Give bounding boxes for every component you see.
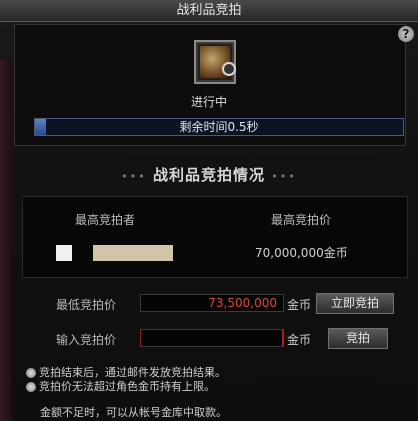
highest-price-header: 最高竞拍价 (271, 213, 332, 227)
highest-bidder-header: 最高竞拍者 (75, 213, 136, 227)
note-item: 竞拍结束后，通过邮件发放竞拍结果。 (26, 366, 226, 379)
note-text: 竞拍结束后，通过邮件发放竞拍结果。 (39, 366, 226, 379)
input-bid-label: 输入竞拍价 (56, 333, 117, 347)
loot-item-slot[interactable] (194, 40, 236, 84)
loot-auction-window: 战利品竞拍 ? 进行中 剩余时间0.5秒 ••• 战利品竞拍情况 ••• 最高竞… (0, 0, 418, 421)
title-dots-left: ••• (121, 170, 147, 183)
auction-status: 进行中 (190, 95, 227, 109)
item-badge-icon (222, 62, 236, 76)
time-remaining-label: 剩余时间0.5秒 (179, 120, 259, 134)
time-remaining-bar: 剩余时间0.5秒 (34, 118, 404, 136)
bidder-emblem (56, 245, 72, 261)
bid-button[interactable]: 竞拍 (328, 328, 388, 349)
notes-list: 竞拍结束后，通过邮件发放竞拍结果。 竞拍价无法超过角色金币持有上限。 (26, 366, 226, 394)
note-text: 竞拍价无法超过角色金币持有上限。 (39, 380, 215, 393)
bidder-name-redacted (93, 245, 173, 261)
title-dots-right: ••• (271, 170, 297, 183)
background-decoration (0, 60, 12, 421)
note-text-cut: 金额不足时，可以从帐号金库中取款。 (40, 406, 227, 419)
min-bid-label: 最低竞拍价 (56, 298, 117, 312)
section-title: ••• 战利品竞拍情况 ••• (0, 164, 418, 185)
highest-bid-box: 最高竞拍者 最高竞拍价 70,000,000金币 (22, 196, 408, 278)
bullet-icon (26, 381, 36, 392)
min-bid-field: 73,500,000 (140, 294, 284, 312)
help-button[interactable]: ? (398, 26, 414, 42)
highest-price-value: 70,000,000金币 (255, 246, 348, 260)
note-item: 竞拍价无法超过角色金币持有上限。 (26, 380, 226, 393)
window-title: 战利品竞拍 (0, 0, 418, 22)
bullet-icon (26, 367, 36, 378)
instant-bid-button[interactable]: 立即竞拍 (316, 293, 394, 314)
min-bid-unit: 金币 (287, 298, 312, 312)
section-title-text: 战利品竞拍情况 (152, 166, 265, 184)
input-bid-unit: 金币 (287, 333, 312, 347)
bid-amount-input[interactable] (140, 329, 284, 347)
